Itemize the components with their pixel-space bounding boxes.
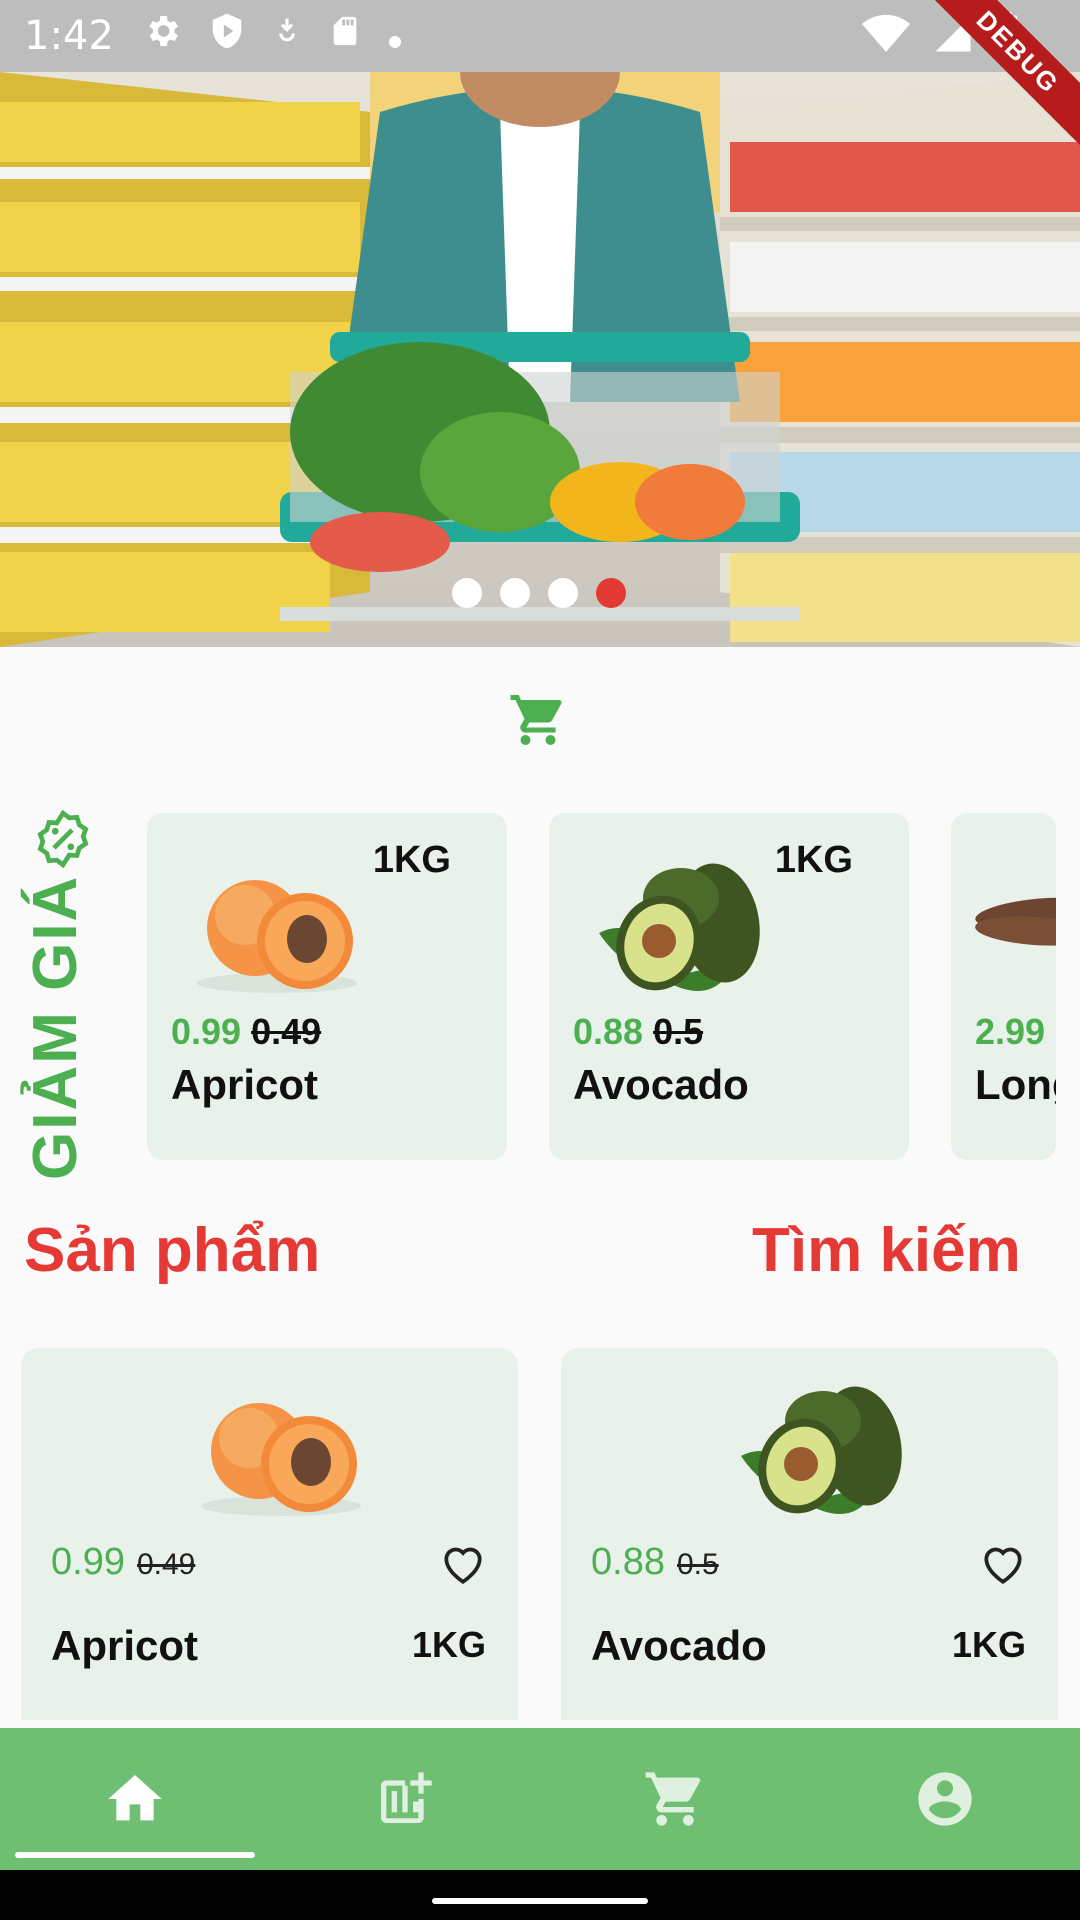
product-card[interactable]: 0.88 0.5 Avocado 1KG [561, 1348, 1058, 1720]
chart-add-icon [381, 1772, 432, 1823]
product-card[interactable]: 0.99 0.49 Apricot 1KG [21, 1348, 518, 1720]
discount-card[interactable]: 1KG 0.88 0.5 Avocado [549, 813, 909, 1160]
status-bar: 1:42 DEBUG [0, 0, 1080, 153]
bottom-nav [0, 1728, 1080, 1870]
products-heading: Sản phẩm [24, 1216, 321, 1285]
discount-title: GIẢM GIÁ [21, 874, 90, 1180]
apricot-image [181, 1376, 381, 1526]
promo-banner[interactable] [0, 72, 1080, 647]
wifi-icon [862, 14, 910, 64]
heart-icon[interactable] [438, 1540, 488, 1586]
product-name: Avocado [591, 1622, 767, 1669]
price-row: 0.88 0.5 [591, 1541, 719, 1584]
avocado-image [721, 1376, 921, 1526]
nav-stats[interactable] [270, 1728, 540, 1870]
shield-play-icon [208, 11, 246, 61]
weight-label: 1KG [951, 1624, 1026, 1665]
weight-label: 1KG [411, 1624, 486, 1665]
apricot-image [177, 853, 377, 1003]
heart-icon[interactable] [978, 1540, 1028, 1586]
cart-icon [645, 1772, 701, 1826]
nav-home[interactable] [0, 1728, 270, 1870]
longan-image [975, 873, 1056, 1023]
nav-active-indicator [15, 1852, 255, 1858]
old-price: 0.49 [251, 1011, 322, 1052]
old-price: 0.49 [136, 1548, 196, 1581]
home-icon [108, 1775, 162, 1821]
cart-icon[interactable] [506, 690, 570, 750]
system-nav-bar [0, 1870, 1080, 1920]
nav-account[interactable] [810, 1728, 1080, 1870]
product-name: Long [975, 1061, 1056, 1108]
search-link[interactable]: Tìm kiếm [752, 1215, 1021, 1286]
price: 2.99 [975, 1011, 1046, 1052]
product-name: Apricot [171, 1061, 318, 1108]
price: 0.88 [573, 1011, 644, 1052]
discount-badge-icon [32, 808, 94, 870]
price-row: 0.99 0.49 [171, 1011, 321, 1053]
weight-label: 1KG [372, 839, 451, 881]
product-name: Apricot [51, 1622, 198, 1669]
old-price: 0.5 [653, 1011, 704, 1052]
status-time: 1:42 [24, 13, 114, 59]
price-row: 2.99 [975, 1011, 1045, 1053]
carousel-dot[interactable] [452, 578, 482, 608]
price: 0.99 [51, 1541, 125, 1583]
carousel-indicator [452, 578, 626, 608]
banner-image [0, 72, 1080, 647]
product-name: Avocado [573, 1061, 749, 1108]
settings-icon [142, 11, 182, 61]
discount-card[interactable]: 2.99 Long [951, 813, 1056, 1160]
nav-cart[interactable] [540, 1728, 810, 1870]
discount-card[interactable]: 1KG 0.99 0.49 Apricot [147, 813, 507, 1160]
old-price: 0.5 [676, 1548, 719, 1581]
account-icon [918, 1772, 972, 1826]
home-gesture-bar[interactable] [432, 1898, 648, 1904]
price: 0.99 [171, 1011, 242, 1052]
avocado-image [579, 853, 779, 1003]
carousel-dot-active[interactable] [596, 578, 626, 608]
sd-card-icon [328, 11, 362, 61]
carousel-dot[interactable] [500, 578, 530, 608]
price-row: 0.99 0.49 [51, 1541, 195, 1584]
price: 0.88 [591, 1541, 665, 1583]
download-icon [272, 11, 302, 61]
dot-icon [388, 14, 402, 59]
weight-label: 1KG [774, 839, 853, 881]
price-row: 0.88 0.5 [573, 1011, 703, 1053]
carousel-dot[interactable] [548, 578, 578, 608]
